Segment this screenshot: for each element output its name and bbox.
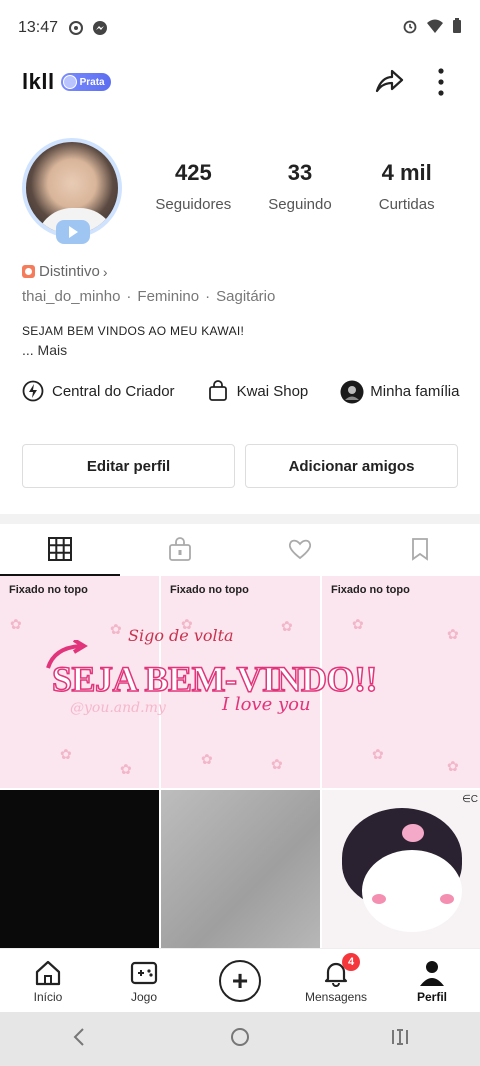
lock-icon — [167, 536, 193, 567]
grid-icon — [47, 536, 73, 567]
stat-value: 425 — [174, 160, 212, 185]
stat-value: 4 mil — [381, 160, 432, 185]
pinned-label: Fixado no topo — [331, 584, 410, 596]
bio-more-link[interactable]: ... Mais — [22, 342, 67, 358]
edit-profile-button[interactable]: Editar perfil — [22, 444, 235, 488]
nav-create[interactable]: + — [192, 949, 288, 1012]
avatar[interactable] — [22, 138, 122, 248]
stat-likes[interactable]: 4 mil Curtidas — [353, 160, 460, 213]
person-icon — [417, 958, 447, 988]
stat-label: Curtidas — [378, 196, 435, 213]
status-time: 13:47 — [18, 19, 59, 36]
family-avatar-icon — [340, 380, 364, 404]
video-tile[interactable] — [0, 790, 159, 948]
tab-liked[interactable] — [240, 526, 360, 576]
profile-handle: thai_do_minho — [22, 288, 121, 305]
distintivo-link[interactable]: Distintivo › — [22, 263, 108, 280]
video-tile[interactable]: Fixado no topo ✿ ✿ ✿ ✿ — [161, 576, 320, 788]
nav-label: Jogo — [130, 989, 158, 1004]
chevron-right-icon: › — [102, 263, 108, 280]
bottom-navigation: Início Jogo + 4 Mensagens Perfil — [0, 948, 480, 1012]
kwai-shop-link[interactable]: Kwai Shop — [207, 380, 309, 402]
distintivo-label: Distintivo — [39, 263, 100, 280]
video-tile[interactable]: Fixado no topo ✿ ✿ ✿ ✿ — [0, 576, 159, 788]
pinned-label: Fixado no topo — [170, 584, 249, 596]
nav-messages[interactable]: 4 Mensagens — [288, 949, 384, 1012]
wifi-icon — [426, 18, 444, 39]
pinned-label: Fixado no topo — [9, 584, 88, 596]
capcut-logo-icon: ∈C — [462, 794, 478, 805]
nav-label: Início — [33, 989, 63, 1004]
more-options-icon[interactable] — [424, 65, 458, 99]
nav-game[interactable]: Jogo — [96, 949, 192, 1012]
tab-posts[interactable] — [0, 526, 120, 576]
profile-links: Central do Criador Kwai Shop Minha famíl… — [22, 380, 480, 404]
stat-label: Seguidores — [155, 196, 232, 213]
nav-profile[interactable]: Perfil — [384, 949, 480, 1012]
messenger-icon — [92, 20, 108, 36]
nav-label: Perfil — [416, 989, 447, 1004]
tab-private[interactable] — [120, 526, 240, 576]
stat-value: 33 — [287, 160, 313, 185]
gamepad-icon — [129, 958, 159, 988]
link-label: Central do Criador — [52, 382, 175, 400]
profile-meta: thai_do_minho · Feminino · Sagitário — [22, 288, 276, 305]
profile-bio: SEJAM BEM VINDOS AO MEU KAWAI! — [22, 324, 245, 338]
back-icon[interactable] — [68, 1025, 92, 1054]
bookmark-icon — [407, 536, 433, 567]
profile-stats: 425 Seguidores 33 Seguindo 4 mil Curtida… — [140, 160, 460, 213]
recent-apps-icon[interactable] — [388, 1025, 412, 1054]
live-video-icon — [56, 220, 90, 244]
profile-sign: Sagitário — [216, 288, 276, 305]
level-orb-icon — [62, 75, 77, 89]
heart-icon — [287, 536, 313, 567]
profile-gender: Feminino — [137, 288, 200, 305]
alarm-icon — [402, 18, 418, 39]
nav-label: Mensagens — [304, 989, 368, 1004]
plus-icon: + — [219, 959, 261, 1002]
section-divider — [0, 514, 480, 524]
family-link[interactable]: Minha família — [340, 380, 460, 404]
link-label: Kwai Shop — [236, 382, 309, 400]
medal-icon — [22, 265, 35, 278]
status-bar: 13:47 — [0, 0, 480, 56]
content-tabs — [0, 526, 480, 576]
shopping-bag-icon — [207, 380, 229, 402]
level-badge-label: Prata — [79, 76, 105, 88]
stat-following[interactable]: 33 Seguindo — [247, 160, 354, 213]
system-navigation-bar — [0, 1012, 480, 1066]
lightning-icon — [22, 380, 44, 402]
stat-label: Seguindo — [268, 196, 332, 213]
link-label: Minha família — [370, 382, 460, 400]
home-icon — [33, 958, 63, 988]
battery-icon — [452, 17, 462, 39]
notification-badge: 4 — [342, 953, 360, 971]
video-grid: Fixado no topo ✿ ✿ ✿ ✿ Fixado no topo ✿ … — [0, 576, 480, 948]
tab-saved[interactable] — [360, 526, 480, 576]
home-circle-icon[interactable] — [228, 1025, 252, 1054]
add-friends-button[interactable]: Adicionar amigos — [245, 444, 458, 488]
username: lkll — [22, 69, 55, 94]
nav-home[interactable]: Início — [0, 949, 96, 1012]
video-tile[interactable]: Fixado no topo ✿ ✿ ✿ ✿ — [322, 576, 480, 788]
stat-followers[interactable]: 425 Seguidores — [140, 160, 247, 213]
video-tile[interactable] — [161, 790, 320, 948]
profile-screen: 13:47 lkll Prata 425 Seguidores 33 Segui… — [0, 0, 480, 1066]
location-icon — [68, 20, 84, 36]
level-badge[interactable]: Prata — [60, 73, 111, 91]
profile-header: lkll Prata — [0, 56, 480, 108]
share-icon[interactable] — [372, 65, 406, 99]
creator-center-link[interactable]: Central do Criador — [22, 380, 175, 402]
video-tile[interactable]: ∈C — [322, 790, 480, 948]
